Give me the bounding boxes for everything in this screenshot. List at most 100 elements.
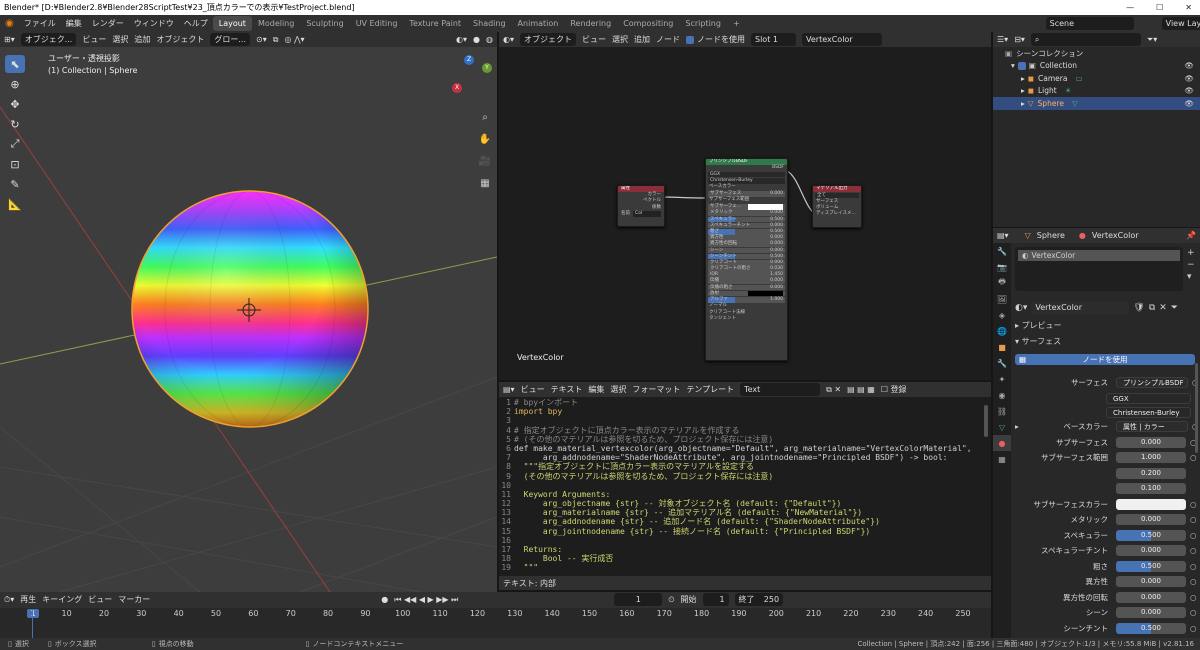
code-scrollbar[interactable] xyxy=(984,405,988,437)
prop-value-field[interactable]: 0.500 xyxy=(1116,560,1186,572)
slot-menu-button[interactable]: ▾ xyxy=(1187,271,1197,283)
modifier-tab-icon[interactable]: 🔧 xyxy=(993,355,1011,371)
code-line[interactable]: 1 # bpyインポート xyxy=(499,398,991,407)
bsdf-input-row[interactable]: サブサーフェス 0.000 xyxy=(708,191,785,197)
view-layer-selector[interactable]: View Layer xyxy=(1161,17,1200,30)
gizmo-x-icon[interactable]: X xyxy=(452,83,462,93)
tab-shading[interactable]: Shading xyxy=(467,16,512,31)
text-menu-format[interactable]: フォーマット xyxy=(632,384,680,395)
register-checkbox[interactable]: ☐ 登録 xyxy=(881,384,907,395)
code-line[interactable]: 4 # 指定オブジェクトに頂点カラー表示のマテリアルを作成する xyxy=(499,426,991,435)
text-menu-select[interactable]: 選択 xyxy=(610,384,626,395)
menu-view[interactable]: ビュー xyxy=(82,34,106,45)
scene-collection-row[interactable]: ▣ シーンコレクション xyxy=(993,47,1200,60)
bsdf-input-row[interactable]: 異方性 0.000 xyxy=(708,235,785,241)
overlay-icon[interactable]: ◐▾ xyxy=(456,35,467,44)
bsdf-input-row[interactable]: サブサーフェ... xyxy=(708,204,785,210)
bsdf-sss-method[interactable]: Christensen-Burley xyxy=(708,178,785,184)
duplicate-material-icon[interactable]: ⧉ xyxy=(1149,303,1155,313)
surface-shader-field[interactable]: プリンシプルBSDF xyxy=(1116,377,1188,389)
3d-viewport[interactable]: ユーザー・透視投影 (1) Collection | Sphere ⬉ ⊕ ✥ … xyxy=(0,47,497,592)
bsdf-input-row[interactable]: 放射 xyxy=(708,290,785,297)
blender-logo-icon[interactable]: ◉ xyxy=(0,18,19,29)
prop-value-field[interactable]: 0.000 xyxy=(1116,545,1186,557)
code-line[interactable]: 2 import bpy xyxy=(499,407,991,416)
code-line[interactable]: 14 arg_addnodename {str} -- 追加ノード名 (defa… xyxy=(499,517,991,526)
timeline-menu-view[interactable]: ビュー xyxy=(88,594,112,605)
node-menu-view[interactable]: ビュー xyxy=(582,34,606,45)
text-menu-edit[interactable]: 編集 xyxy=(588,384,604,395)
filter-icon[interactable]: ⏷▾ xyxy=(1147,35,1157,45)
tool-tab-icon[interactable]: 🔧 xyxy=(993,243,1011,259)
outliner-row-sphere[interactable]: ▸ ▽ Sphere ▽ 👁 xyxy=(993,97,1200,110)
code-line[interactable]: 12 arg_objectname {str} -- 対象オブジェクト名 (de… xyxy=(499,499,991,508)
add-slot-button[interactable]: + xyxy=(1187,247,1197,259)
code-line[interactable]: 16 xyxy=(499,536,991,545)
code-line[interactable]: 17 Returns: xyxy=(499,545,991,554)
prop-value-field[interactable]: 0.100 xyxy=(1116,483,1186,495)
stopwatch-icon[interactable]: ⏲ xyxy=(668,595,674,605)
node-editor-type-icon[interactable]: ◐▾ xyxy=(503,35,514,44)
outliner-row-collection[interactable]: ▾ ▣ Collection 👁 xyxy=(993,60,1200,73)
code-line[interactable]: 6 def make_material_vertexcolor(arg_objec… xyxy=(499,444,991,453)
tab-scripting[interactable]: Scripting xyxy=(679,16,727,31)
select-tool-icon[interactable]: ⬉ xyxy=(5,55,25,73)
material-name-field[interactable]: VertexColor xyxy=(1031,301,1130,314)
timeline-track[interactable]: 1 10 20 30 40 50 60 70 80 90 100 110 120 130 140 150 160… xyxy=(0,608,991,638)
bsdf-input-row[interactable]: クリアコートの粗さ 0.030 xyxy=(708,266,785,272)
tab-modeling[interactable]: Modeling xyxy=(252,16,300,31)
zoom-icon[interactable]: ⌕ xyxy=(476,107,494,129)
node-editor[interactable]: 属性 カラー ベクトル 係数 名前 Col プリンシプルBSDF BSDF GG… xyxy=(499,47,991,380)
prop-value-field[interactable]: 0.500 xyxy=(1116,529,1186,541)
prop-value-field[interactable] xyxy=(1116,498,1186,510)
bsdf-input-row[interactable]: ベースカラー xyxy=(706,184,787,190)
bsdf-input-row[interactable]: 粗さ 0.500 xyxy=(708,228,785,235)
particles-tab-icon[interactable]: ✦ xyxy=(993,371,1011,387)
distribution-dropdown[interactable]: GGX xyxy=(1106,392,1191,404)
code-line[interactable]: 7 arg_addnodename="ShaderNodeAttribute",… xyxy=(499,453,991,462)
menu-add[interactable]: 追加 xyxy=(134,34,150,45)
prop-link-icon[interactable]: ○ xyxy=(1190,515,1197,524)
link-mode-icon[interactable]: ⏷ xyxy=(1171,303,1178,313)
code-line[interactable]: 5 # (その他のマテリアルは参照を切るため、プロジェクト保存には注意) xyxy=(499,435,991,444)
text-menu-view[interactable]: ビュー xyxy=(521,384,545,395)
preview-panel-header[interactable]: ▸ プレビュー xyxy=(1015,320,1062,331)
code-line[interactable]: 3 xyxy=(499,416,991,425)
light-visibility-icon[interactable]: 👁 xyxy=(1184,86,1194,95)
prop-value-field[interactable]: 0.000 xyxy=(1116,576,1186,588)
playback-controls-icon[interactable]: ⏮ ◀◀ ◀ ▶ ▶▶ ⏭ xyxy=(394,595,458,605)
shader-type-selector[interactable]: オブジェクト xyxy=(520,33,576,46)
bsdf-input-row[interactable]: サブサーフェス範囲 xyxy=(706,197,787,203)
bsdf-input-row[interactable]: アルファ 1.000 xyxy=(708,297,785,303)
outliner-row-light[interactable]: ▸ ◼ Light ☀ 👁 xyxy=(993,85,1200,98)
browse-material-icon[interactable]: ◐▾ xyxy=(1015,303,1027,313)
prop-value-field[interactable]: 0.000 xyxy=(1116,436,1186,448)
prop-link-icon[interactable]: ○ xyxy=(1190,562,1197,571)
text-block-selector[interactable]: Text xyxy=(740,383,821,396)
base-color-field[interactable]: 属性 | カラー xyxy=(1116,421,1188,433)
material-tab-icon[interactable]: ● xyxy=(993,435,1011,451)
mode-selector[interactable]: オブジェク... xyxy=(20,33,77,46)
bsdf-input-row[interactable]: スペキュラーチント 0.000 xyxy=(708,222,785,229)
text-editor-type-icon[interactable]: ▤▾ xyxy=(503,385,515,394)
menu-window[interactable]: ウィンドウ xyxy=(129,18,179,29)
node-menu-node[interactable]: ノード xyxy=(656,34,680,45)
material-output-node[interactable]: マテリアル出力 全て サーフェス ボリューム ディスプレイスメ... xyxy=(812,185,862,228)
shading-solid-icon[interactable]: ● xyxy=(473,35,480,44)
camera-view-icon[interactable]: 🎥 xyxy=(476,151,494,173)
use-nodes-checkbox[interactable]: ノードを使用 xyxy=(686,34,745,45)
bsdf-output[interactable]: BSDF xyxy=(706,165,787,171)
constraints-tab-icon[interactable]: ⛓ xyxy=(993,403,1011,419)
sss-method-dropdown[interactable]: Christensen-Burley xyxy=(1106,407,1191,418)
code-line[interactable]: 8 """指定オブジェクトに頂点カラー表示のマテリアルを設定する xyxy=(499,462,991,471)
annotate-tool-icon[interactable]: ✎ xyxy=(5,175,25,193)
gizmo-z-icon[interactable]: Z xyxy=(464,55,474,65)
slot-selector[interactable]: Slot 1 xyxy=(751,33,796,46)
close-button[interactable]: ✕ xyxy=(1185,3,1192,12)
prop-link-icon[interactable]: ○ xyxy=(1190,608,1197,617)
transform-tool-icon[interactable]: ⊡ xyxy=(5,155,25,173)
menu-select[interactable]: 選択 xyxy=(112,34,128,45)
new-text-icon[interactable]: ⧉ ✕ xyxy=(826,385,841,395)
expand-base-color-icon[interactable]: ▸ xyxy=(1015,422,1023,431)
editor-type-icon[interactable]: ⊞▾ xyxy=(4,35,15,44)
